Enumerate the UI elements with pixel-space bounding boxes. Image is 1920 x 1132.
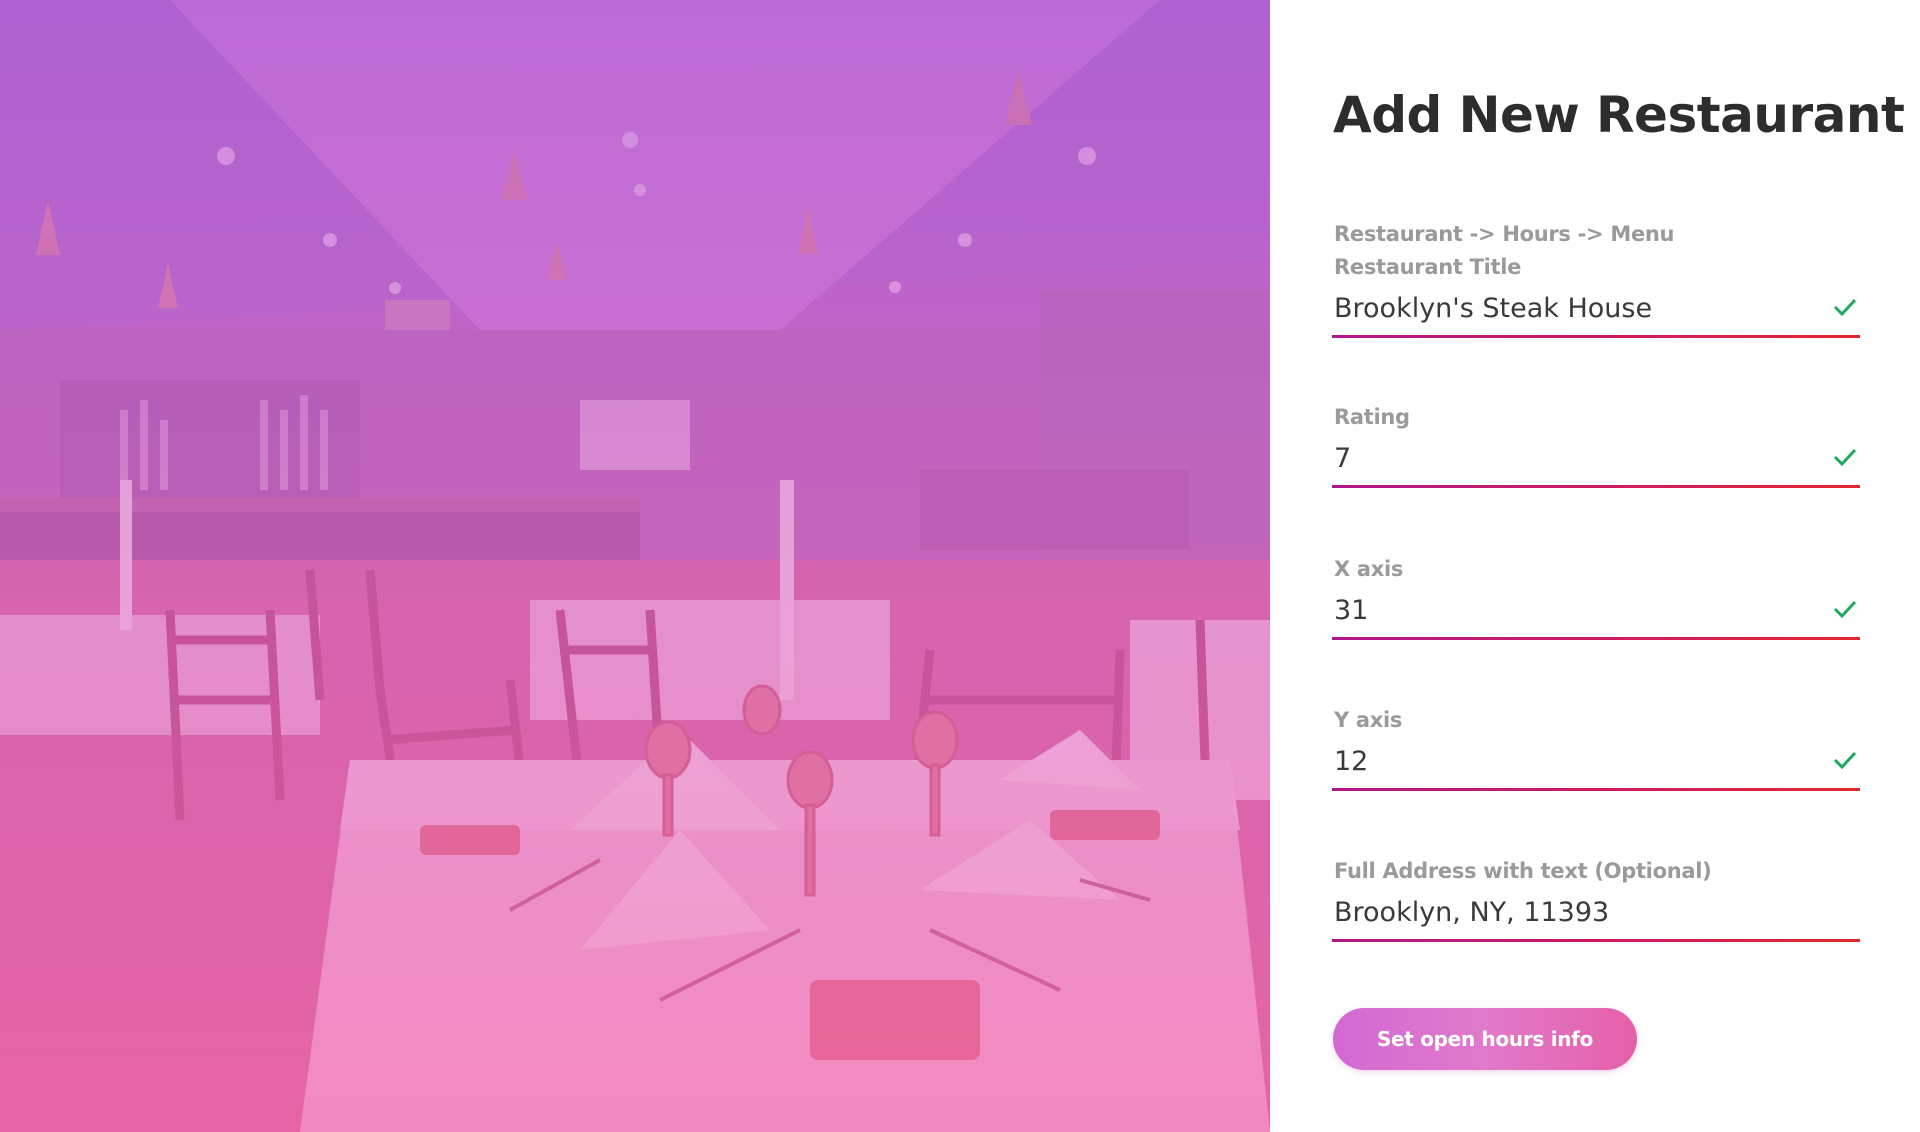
- add-restaurant-form: Add New Restaurant Restaurant -> Hours -…: [1270, 0, 1920, 1132]
- restaurant-title-label: Restaurant Title: [1334, 255, 1522, 279]
- photo-tint-overlay: [0, 0, 1270, 1132]
- page-title: Add New Restaurant: [1333, 86, 1905, 144]
- check-icon: [1833, 448, 1857, 467]
- field-underline: [1332, 485, 1860, 488]
- field-underline: [1332, 335, 1860, 338]
- full-address-field: Full Address with text (Optional): [1332, 856, 1860, 942]
- set-open-hours-button[interactable]: Set open hours info: [1333, 1008, 1637, 1070]
- field-underline: [1332, 637, 1860, 640]
- check-icon: [1833, 298, 1857, 317]
- breadcrumb: Restaurant -> Hours -> Menu: [1334, 222, 1675, 246]
- rating-input[interactable]: [1334, 432, 1804, 484]
- check-icon: [1833, 600, 1857, 619]
- full-address-label: Full Address with text (Optional): [1334, 859, 1712, 883]
- rating-field: Rating: [1332, 402, 1860, 488]
- y-axis-input[interactable]: [1334, 735, 1804, 787]
- y-axis-label: Y axis: [1334, 708, 1403, 732]
- y-axis-field: Y axis: [1332, 705, 1860, 791]
- rating-label: Rating: [1334, 405, 1410, 429]
- x-axis-input[interactable]: [1334, 584, 1804, 636]
- restaurant-title-field: Restaurant Title: [1332, 252, 1860, 338]
- x-axis-field: X axis: [1332, 554, 1860, 640]
- check-icon: [1833, 751, 1857, 770]
- restaurant-photo: [0, 0, 1270, 1132]
- restaurant-title-input[interactable]: [1334, 282, 1804, 334]
- page: Add New Restaurant Restaurant -> Hours -…: [0, 0, 1920, 1132]
- field-underline: [1332, 939, 1860, 942]
- field-underline: [1332, 788, 1860, 791]
- full-address-input[interactable]: [1334, 886, 1804, 938]
- x-axis-label: X axis: [1334, 557, 1404, 581]
